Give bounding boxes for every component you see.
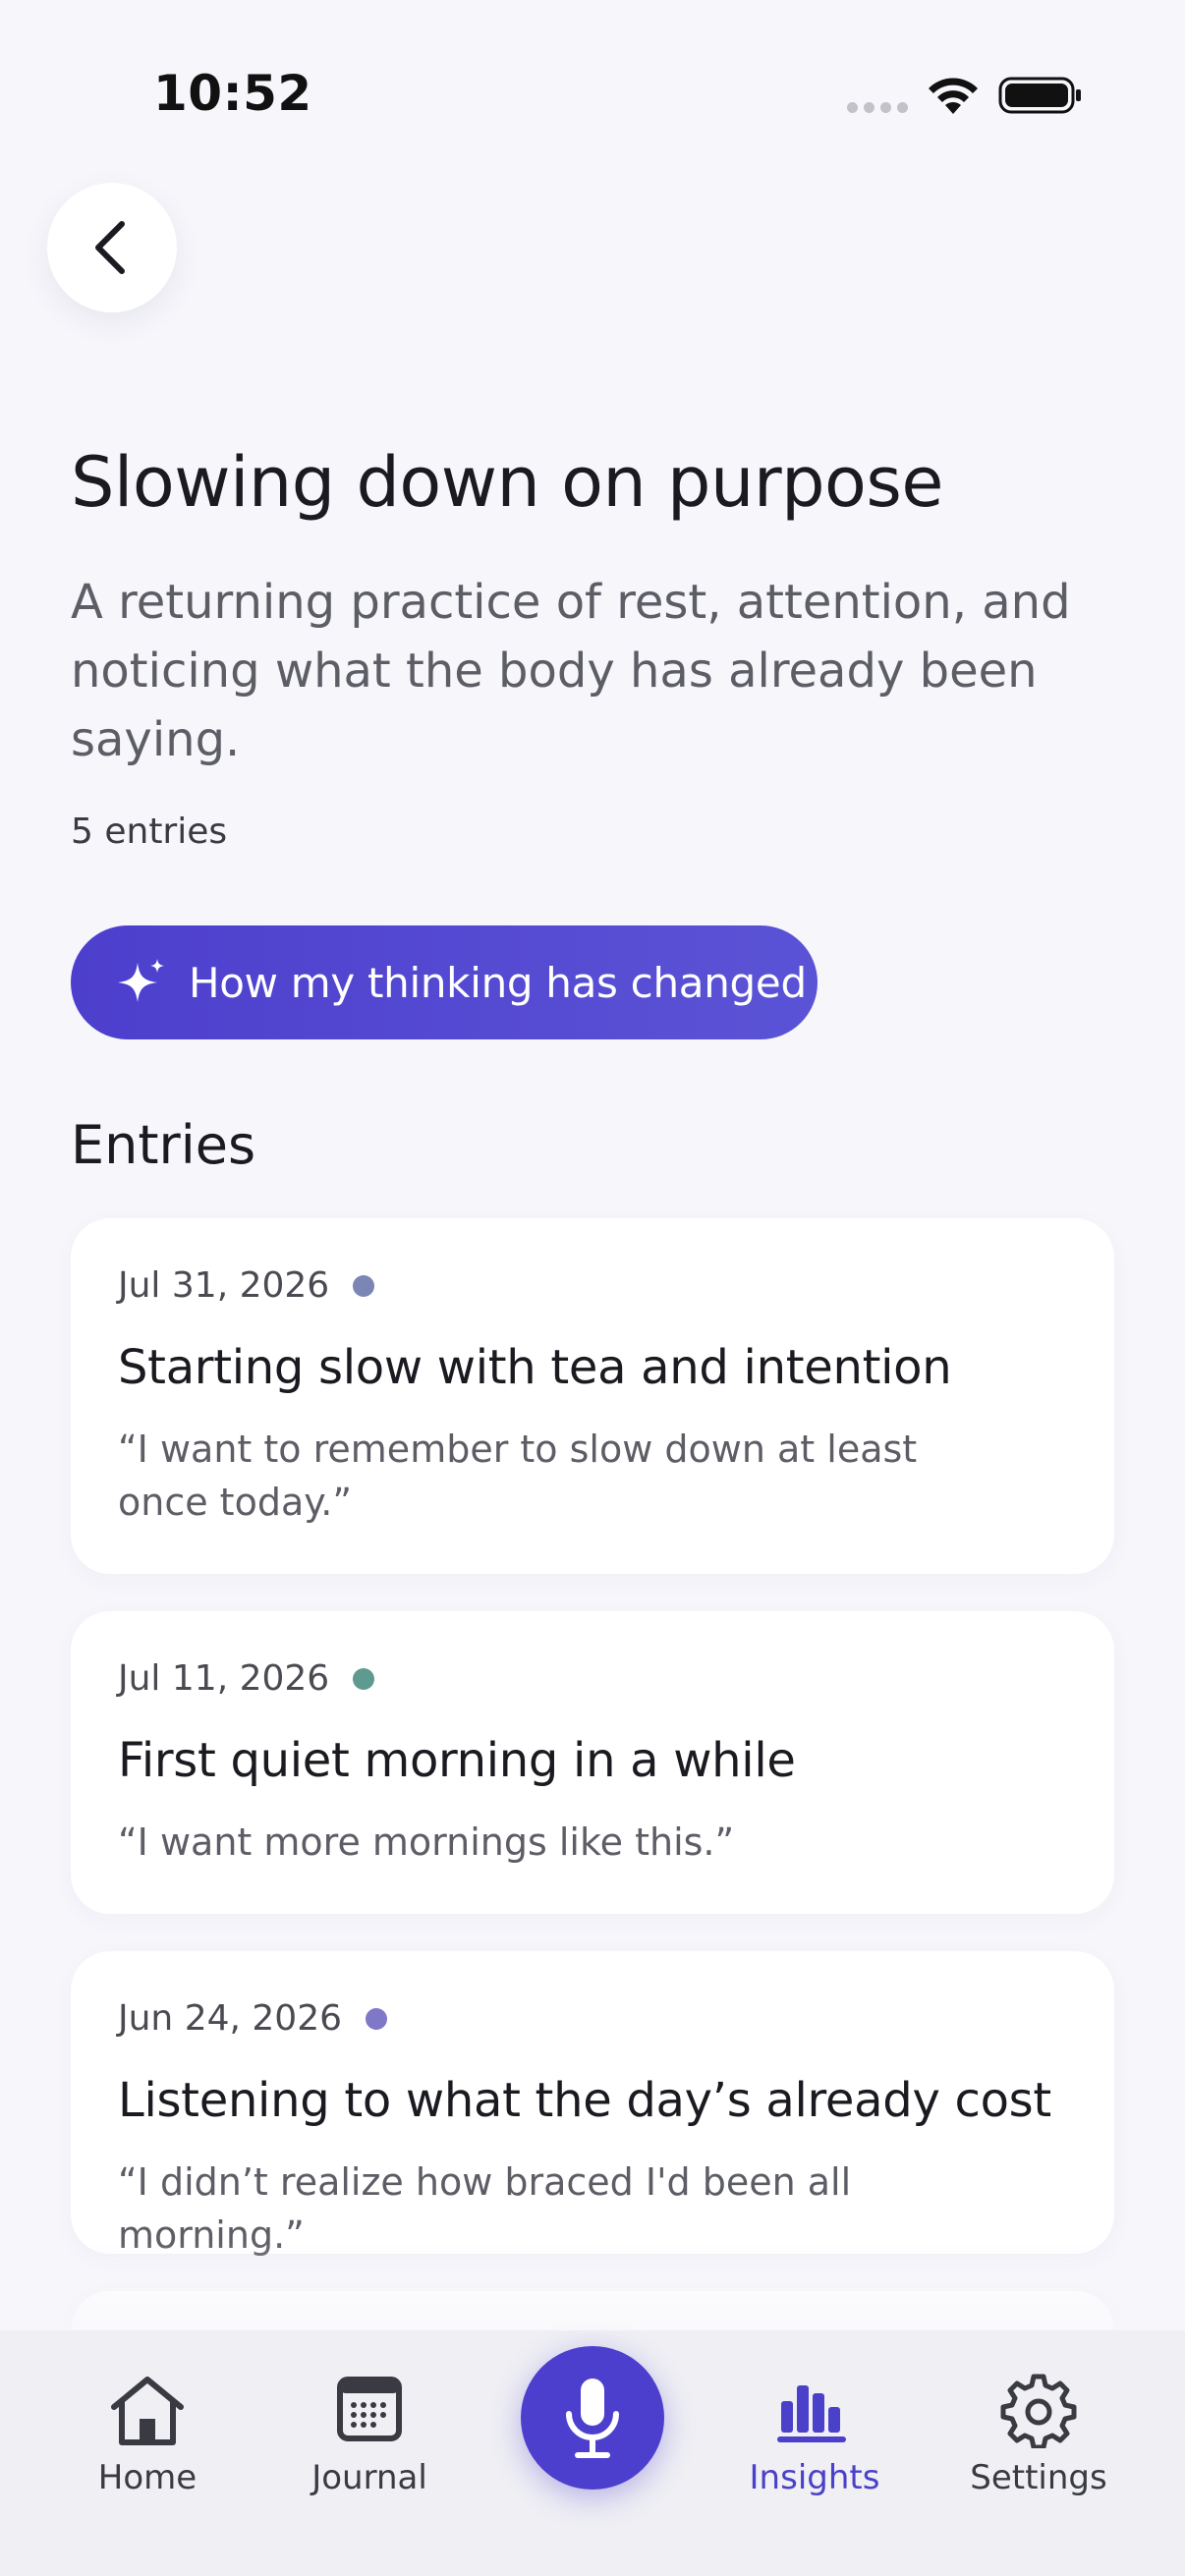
tab-label: Home	[97, 2458, 198, 2497]
gear-icon	[1000, 2374, 1077, 2448]
bar-chart-icon	[777, 2385, 846, 2442]
entry-title: Listening to what the day’s already cost	[118, 2073, 1051, 2128]
entry-card[interactable]: Jul 31, 2026 Starting slow with tea and …	[71, 1218, 1114, 1574]
entry-date-row: Jul 11, 2026	[118, 1658, 375, 1699]
tab-journal[interactable]: Journal	[303, 2372, 436, 2497]
chevron-left-icon	[95, 221, 125, 274]
entry-quote: “I want to remember to slow down at leas…	[118, 1428, 918, 1524]
entry-date-row: Jul 31, 2026	[118, 1265, 375, 1306]
mood-dot	[353, 1274, 375, 1297]
entry-date: Jul 31, 2026	[118, 1265, 330, 1306]
entry-card[interactable]: Jul 11, 2026 First quiet morning in a wh…	[71, 1611, 1114, 1914]
status-time: 10:52	[153, 65, 312, 122]
page-title: Slowing down on purpose	[71, 442, 943, 523]
entry-card[interactable]: Jun 24, 2026 Listening to what the day’s…	[71, 1951, 1114, 2257]
battery-icon	[998, 77, 1081, 114]
calendar-icon	[337, 2377, 402, 2441]
tab-label: Insights	[749, 2458, 880, 2497]
tab-insights[interactable]: Insights	[743, 2372, 886, 2497]
mood-dot	[366, 2007, 388, 2030]
back-button[interactable]	[47, 183, 177, 312]
tab-settings[interactable]: Settings	[965, 2372, 1112, 2497]
entry-date: Jun 24, 2026	[118, 1998, 343, 2039]
mood-dot	[353, 1667, 375, 1690]
microphone-icon	[566, 2379, 619, 2458]
thinking-changes-button[interactable]: How my thinking has changed	[71, 925, 818, 1039]
entry-quote: “I want more mornings like this.”	[118, 1820, 735, 1864]
cellular-signal-icon	[847, 102, 908, 113]
page-subtitle: A returning practice of rest, attention,…	[71, 575, 1071, 767]
status-bar: 10:52	[0, 0, 1185, 147]
wifi-icon	[929, 78, 978, 114]
entry-title: Starting slow with tea and intention	[118, 1340, 952, 1395]
entry-date: Jul 11, 2026	[118, 1658, 330, 1699]
tab-home[interactable]: Home	[86, 2372, 208, 2497]
tab-label: Settings	[970, 2458, 1107, 2497]
entries-heading: Entries	[71, 1114, 256, 1176]
entry-date-row: Jun 24, 2026	[118, 1998, 388, 2039]
record-button[interactable]	[521, 2346, 664, 2490]
sparkle-icon	[118, 959, 164, 1002]
tab-label: Journal	[311, 2458, 427, 2497]
entry-title: First quiet morning in a while	[118, 1733, 796, 1788]
home-icon	[111, 2377, 184, 2445]
entry-count: 5 entries	[71, 812, 228, 852]
thinking-changes-label: How my thinking has changed	[189, 958, 807, 1007]
